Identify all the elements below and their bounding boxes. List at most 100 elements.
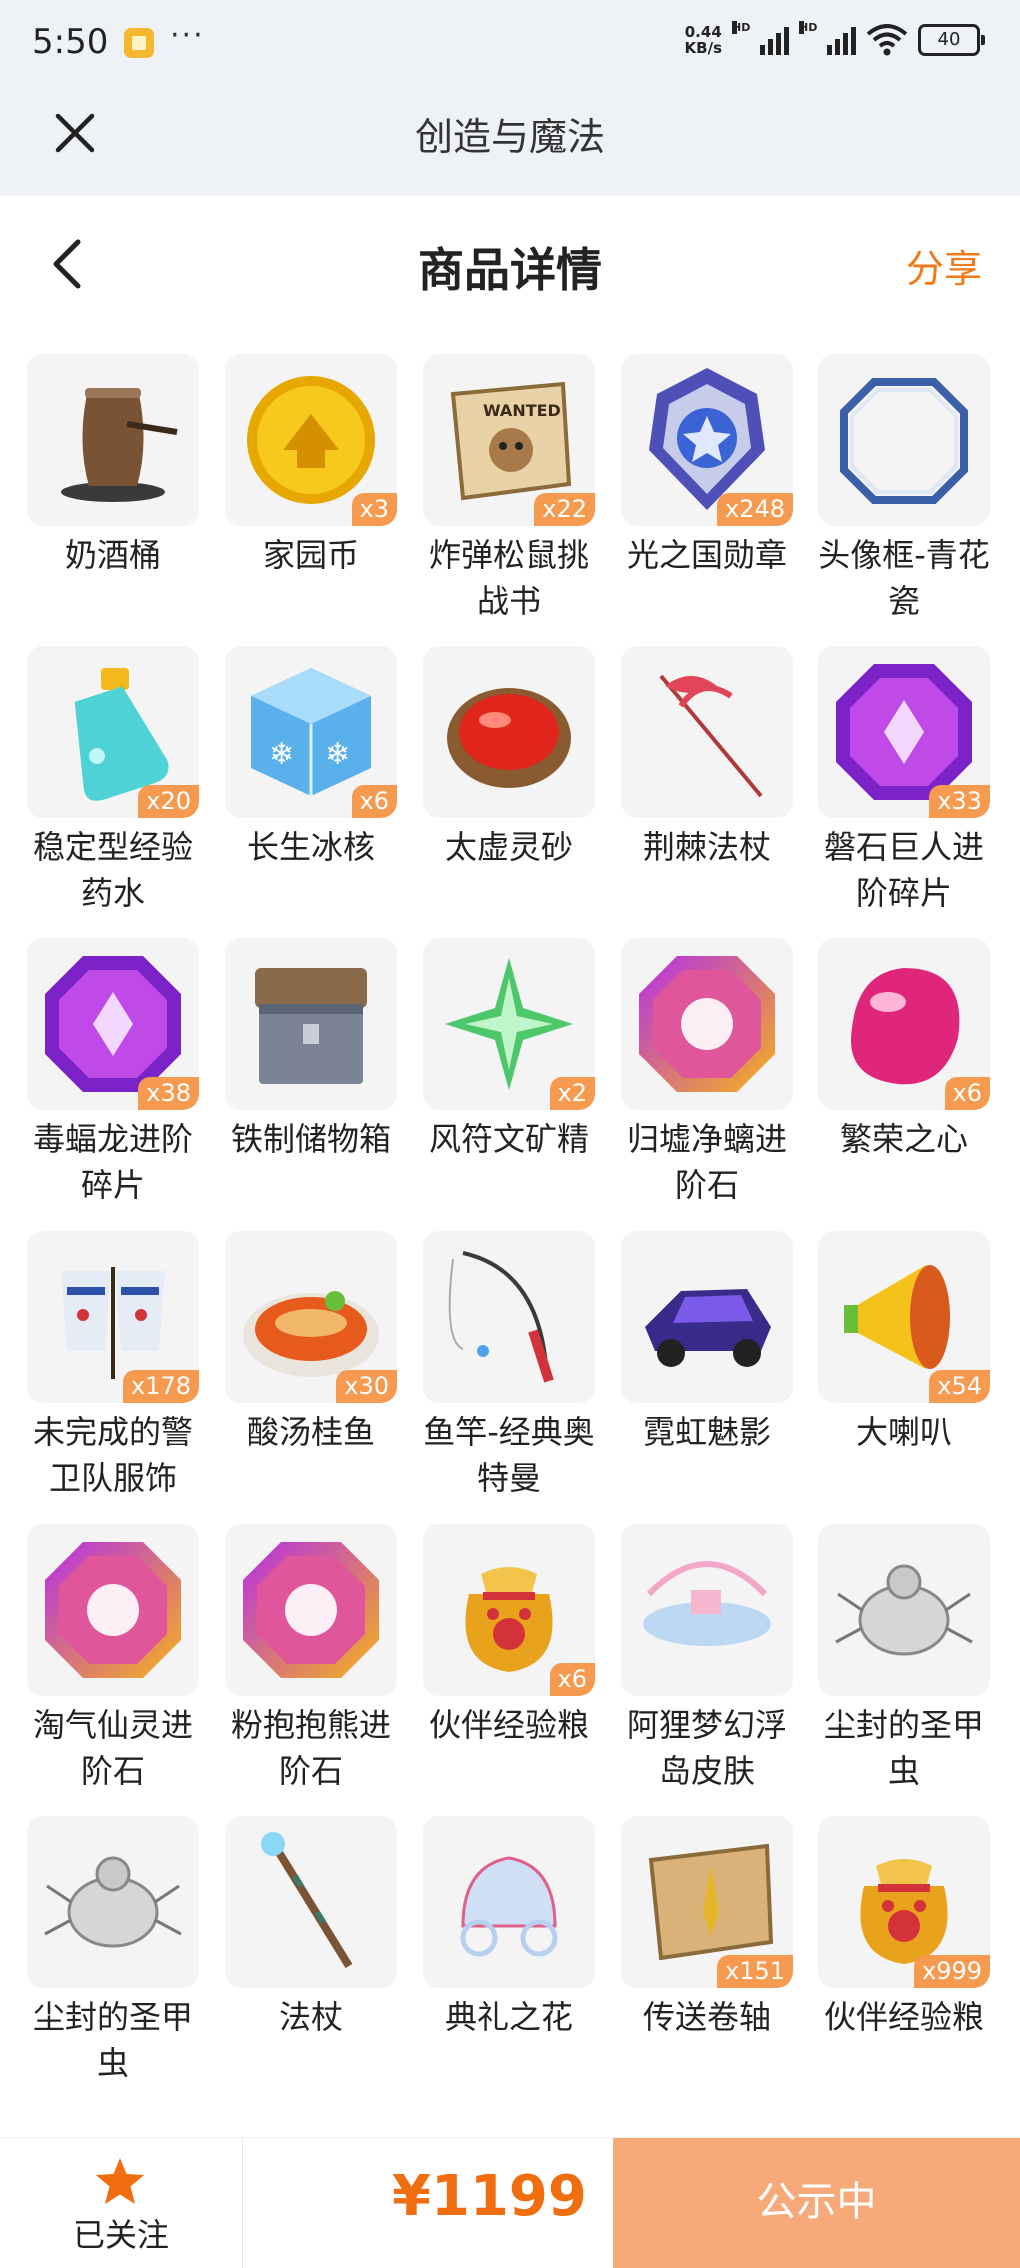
public-notice-button[interactable]: 公示中 (613, 2138, 1020, 2268)
product-name: 家园币 (262, 536, 359, 574)
product-item[interactable]: x178 未完成的警卫队服饰 (27, 1231, 199, 1501)
gradient-gem-icon (27, 1524, 199, 1696)
product-item[interactable]: x151 传送卷轴 (621, 1816, 793, 2040)
product-item[interactable]: x999 伙伴经验粮 (818, 1816, 990, 2040)
product-item[interactable]: 太虚灵砂 (423, 646, 595, 870)
product-name: 阿狸梦幻浮岛皮肤 (626, 1706, 787, 1790)
network-speed: 0.44 KB/s (685, 24, 722, 56)
neon-car-icon (621, 1231, 793, 1403)
green-crystal-icon: x2 (423, 938, 595, 1110)
product-name: 光之国勋章 (626, 536, 787, 574)
floating-island-icon (621, 1524, 793, 1696)
teleport-scroll-icon: x151 (621, 1816, 793, 1988)
avatar-frame-icon (818, 354, 990, 526)
product-item[interactable]: 归墟净螭进阶石 (621, 938, 793, 1208)
fishing-rod-icon (423, 1231, 595, 1403)
quantity-badge: x54 (929, 1370, 990, 1403)
product-item[interactable]: 铁制储物箱 (225, 938, 397, 1162)
medal-icon: x248 (621, 354, 793, 526)
product-item[interactable]: 霓虹魅影 (621, 1231, 793, 1455)
storage-chest-icon (225, 938, 397, 1110)
network-speed-unit: KB/s (684, 39, 722, 57)
product-item[interactable]: 法杖 (225, 1816, 397, 2040)
product-name: 霓虹魅影 (642, 1413, 771, 1451)
paw-bag-icon: x6 (423, 1524, 595, 1696)
product-item[interactable]: 典礼之花 (423, 1816, 595, 2040)
potion-icon: x20 (27, 646, 199, 818)
follow-button[interactable]: 已关注 (0, 2138, 243, 2268)
product-name: 长生冰核 (246, 828, 375, 866)
product-name: 头像框-青花瓷 (818, 536, 990, 620)
product-name: 伙伴经验粮 (428, 1706, 589, 1744)
quantity-badge: x6 (944, 1077, 990, 1110)
product-name: 淘气仙灵进阶石 (32, 1706, 193, 1790)
product-item[interactable]: 阿狸梦幻浮岛皮肤 (621, 1524, 793, 1794)
product-name: 铁制储物箱 (230, 1120, 391, 1158)
product-item[interactable]: x30 酸汤桂鱼 (225, 1231, 397, 1455)
product-item[interactable]: x6 繁荣之心 (818, 938, 990, 1162)
product-name: 风符文矿精 (428, 1120, 589, 1158)
star-icon (96, 2158, 144, 2204)
product-name: 尘封的圣甲虫 (32, 1998, 193, 2082)
product-name: 尘封的圣甲虫 (823, 1706, 984, 1790)
product-name: 大喇叭 (855, 1413, 952, 1451)
product-item[interactable]: 淘气仙灵进阶石 (27, 1524, 199, 1794)
product-name: 炸弹松鼠挑战书 (428, 536, 589, 620)
page-header: 商品详情 分享 (0, 196, 1020, 332)
product-item[interactable]: 粉抱抱熊进阶石 (225, 1524, 397, 1794)
fish-soup-icon: x30 (225, 1231, 397, 1403)
product-item[interactable]: x54 大喇叭 (818, 1231, 990, 1455)
quantity-badge: x248 (716, 493, 793, 526)
pink-heart-stone-icon: x6 (818, 938, 990, 1110)
scarab-icon (27, 1816, 199, 1988)
quantity-badge: x38 (138, 1077, 199, 1110)
costume-icon: x178 (27, 1231, 199, 1403)
product-name: 未完成的警卫队服饰 (32, 1413, 193, 1497)
scarab-icon (818, 1524, 990, 1696)
product-item[interactable]: x20 稳定型经验药水 (27, 646, 199, 916)
quantity-badge: x30 (336, 1370, 397, 1403)
product-item[interactable]: x248 光之国勋章 (621, 354, 793, 578)
milk-wine-barrel-icon (27, 354, 199, 526)
quantity-badge: x22 (534, 493, 595, 526)
product-item[interactable]: 奶酒桶 (27, 354, 199, 578)
app-title-bar: 创造与魔法 (0, 88, 1020, 196)
product-name: 法杖 (278, 1998, 343, 2036)
product-item[interactable]: ❄ ❄ x6 长生冰核 (225, 646, 397, 870)
product-item[interactable]: 尘封的圣甲虫 (818, 1524, 990, 1794)
product-name: 酸汤桂鱼 (246, 1413, 375, 1451)
product-item[interactable]: x3 家园币 (225, 354, 397, 578)
quantity-badge: x178 (122, 1370, 199, 1403)
product-name: 归墟净螭进阶石 (626, 1120, 787, 1204)
share-button[interactable]: 分享 (906, 238, 982, 293)
signal-2-icon: HD (799, 21, 856, 55)
svg-text:WANTED: WANTED (483, 401, 561, 420)
product-item[interactable]: 荆棘法杖 (621, 646, 793, 870)
battery-icon: 40 (918, 24, 985, 56)
product-item[interactable]: x38 毒蝠龙进阶碎片 (27, 938, 199, 1208)
red-bowl-icon (423, 646, 595, 818)
product-item[interactable]: WANTED x22 炸弹松鼠挑战书 (423, 354, 595, 624)
product-item[interactable]: 头像框-青花瓷 (818, 354, 990, 624)
gradient-gem-icon (621, 938, 793, 1110)
gradient-gem-icon (225, 1524, 397, 1696)
status-indicators: 0.44 KB/s HD HD 40 (685, 21, 985, 56)
purple-gem-icon: x38 (27, 938, 199, 1110)
product-item[interactable]: 鱼竿-经典奥特曼 (423, 1231, 595, 1501)
carriage-icon (423, 1816, 595, 1988)
svg-text:❄: ❄ (325, 737, 350, 772)
signal-1-icon: HD (732, 21, 789, 55)
quantity-badge: x151 (716, 1955, 793, 1988)
product-name: 太虚灵砂 (444, 828, 573, 866)
quantity-badge: x3 (351, 493, 397, 526)
product-item[interactable]: x2 风符文矿精 (423, 938, 595, 1162)
paw-bag-icon: x999 (818, 1816, 990, 1988)
product-item[interactable]: 尘封的圣甲虫 (27, 1816, 199, 2086)
product-item[interactable]: x6 伙伴经验粮 (423, 1524, 595, 1748)
quantity-badge: x999 (913, 1955, 990, 1988)
hd-label: HD (732, 21, 751, 34)
quantity-badge: x6 (351, 785, 397, 818)
product-name: 典礼之花 (444, 1998, 573, 2036)
megaphone-icon: x54 (818, 1231, 990, 1403)
product-item[interactable]: x33 磐石巨人进阶碎片 (818, 646, 990, 916)
